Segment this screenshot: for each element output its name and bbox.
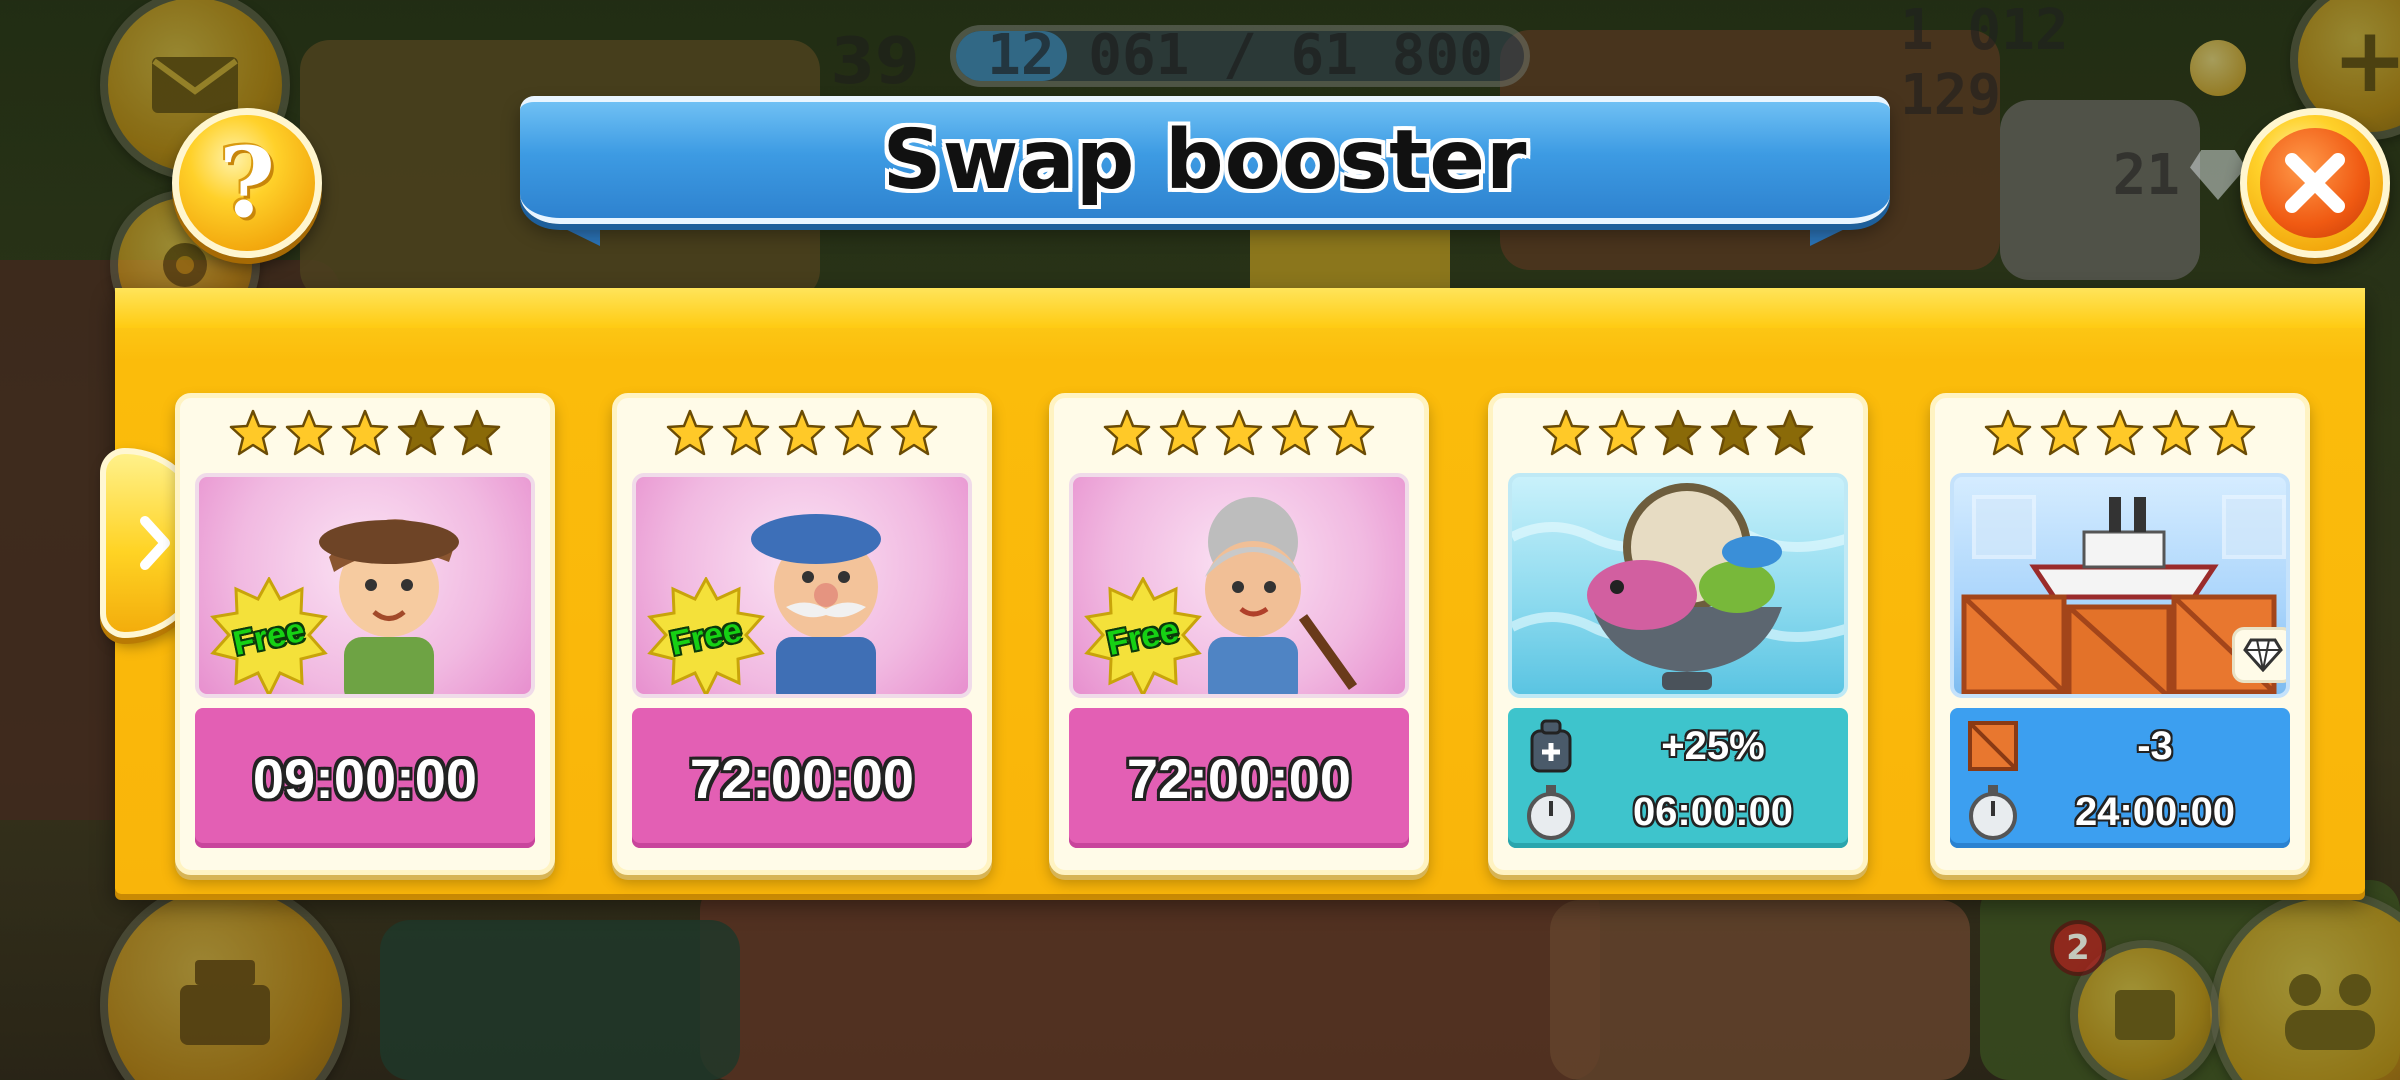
- card-image: [1950, 473, 2290, 698]
- booster-card-grandma[interactable]: Free 72:00:00: [1049, 393, 1429, 875]
- gem-count: 21: [2112, 142, 2180, 208]
- free-label: Free: [1103, 610, 1182, 663]
- fish-bowl-icon: [1512, 483, 1844, 690]
- star-filled-icon: [229, 409, 277, 456]
- star-filled-icon: [778, 409, 826, 456]
- star-empty-icon: [397, 409, 445, 456]
- star-empty-icon: [1710, 409, 1758, 456]
- duration-text: 72:00:00: [689, 746, 915, 810]
- duration-text: 72:00:00: [1126, 746, 1352, 810]
- star-filled-icon: [1103, 409, 1151, 456]
- star-filled-icon: [1159, 409, 1207, 456]
- star-empty-icon: [1654, 409, 1702, 456]
- star-filled-icon: [1542, 409, 1590, 456]
- star-filled-icon: [341, 409, 389, 456]
- level-number: 39: [830, 25, 920, 99]
- free-badge: Free: [209, 575, 329, 694]
- notification-badge: 2: [2050, 920, 2106, 976]
- star-filled-icon: [1598, 409, 1646, 456]
- coin-icon: [2190, 40, 2246, 96]
- diamond-icon: [2243, 638, 2283, 672]
- help-button[interactable]: ?: [172, 108, 322, 258]
- free-badge: Free: [1083, 575, 1203, 694]
- star-rating: [1935, 408, 2305, 468]
- duration-text: 09:00:00: [252, 746, 478, 810]
- coin-count: 1 012 129: [1900, 0, 2069, 128]
- duration-text: 24:00:00: [2074, 789, 2236, 834]
- star-empty-icon: [453, 409, 501, 456]
- star-filled-icon: [285, 409, 333, 456]
- timer-box: 72:00:00: [632, 708, 972, 848]
- plus-icon: +: [2332, 7, 2400, 113]
- free-label: Free: [229, 610, 308, 663]
- booster-card-fishing[interactable]: +25% 06:00:00: [1488, 393, 1868, 875]
- star-rating: [1493, 408, 1863, 468]
- crate-icon: [1968, 721, 2018, 771]
- star-filled-icon: [1984, 409, 2032, 456]
- bonus-row: -3: [1950, 714, 2290, 778]
- card-image: Free: [1069, 473, 1409, 698]
- star-rating: [1054, 408, 1424, 468]
- star-filled-icon: [1327, 409, 1375, 456]
- x-mark-icon: [2285, 153, 2345, 213]
- bonus-row: +25%: [1508, 714, 1848, 778]
- booster-card-grandpa[interactable]: Free 72:00:00: [612, 393, 992, 875]
- star-filled-icon: [2040, 409, 2088, 456]
- star-filled-icon: [2096, 409, 2144, 456]
- duration-row: 24:00:00: [1950, 780, 2290, 844]
- title-ribbon: Swap booster: [520, 96, 1890, 246]
- cash-register-icon: [180, 960, 270, 1045]
- star-filled-icon: [890, 409, 938, 456]
- card-image: [1508, 473, 1848, 698]
- star-rating: [617, 408, 987, 468]
- panel-top-band: [115, 288, 2365, 328]
- star-filled-icon: [2152, 409, 2200, 456]
- question-icon: ?: [218, 126, 276, 239]
- booster-card-boat[interactable]: -3 24:00:00: [1930, 393, 2310, 875]
- envelope-icon: [152, 57, 238, 113]
- star-filled-icon: [1215, 409, 1263, 456]
- star-filled-icon: [834, 409, 882, 456]
- weight-icon: [1530, 719, 1572, 773]
- diamond-tag: [2232, 627, 2286, 683]
- star-filled-icon: [1271, 409, 1319, 456]
- chevron-right-icon: [140, 516, 170, 570]
- free-label: Free: [666, 610, 745, 663]
- star-filled-icon: [666, 409, 714, 456]
- star-empty-icon: [1766, 409, 1814, 456]
- star-filled-icon: [722, 409, 770, 456]
- booster-card-boy[interactable]: Free 09:00:00: [175, 393, 555, 875]
- stopwatch-icon: [1969, 785, 2017, 840]
- card-image: Free: [632, 473, 972, 698]
- star-filled-icon: [2208, 409, 2256, 456]
- card-image: Free: [195, 473, 535, 698]
- stat-box: +25% 06:00:00: [1508, 708, 1848, 848]
- free-badge: Free: [646, 575, 766, 694]
- stopwatch-icon: [1527, 785, 1575, 840]
- bonus-text: +25%: [1661, 723, 1765, 768]
- star-rating: [180, 408, 550, 468]
- timer-box: 09:00:00: [195, 708, 535, 848]
- stat-box: -3 24:00:00: [1950, 708, 2290, 848]
- close-icon: [2260, 128, 2370, 238]
- duration-text: 06:00:00: [1632, 789, 1794, 834]
- close-button[interactable]: [2240, 108, 2390, 258]
- star-card-icon: [2115, 990, 2175, 1040]
- xp-text: 12 061 / 61 800: [987, 22, 1493, 88]
- duration-row: 06:00:00: [1508, 780, 1848, 844]
- dialog-title: Swap booster: [882, 112, 1528, 208]
- timer-box: 72:00:00: [1069, 708, 1409, 848]
- bonus-text: -3: [2137, 723, 2173, 768]
- friends-icon: [2285, 974, 2375, 1050]
